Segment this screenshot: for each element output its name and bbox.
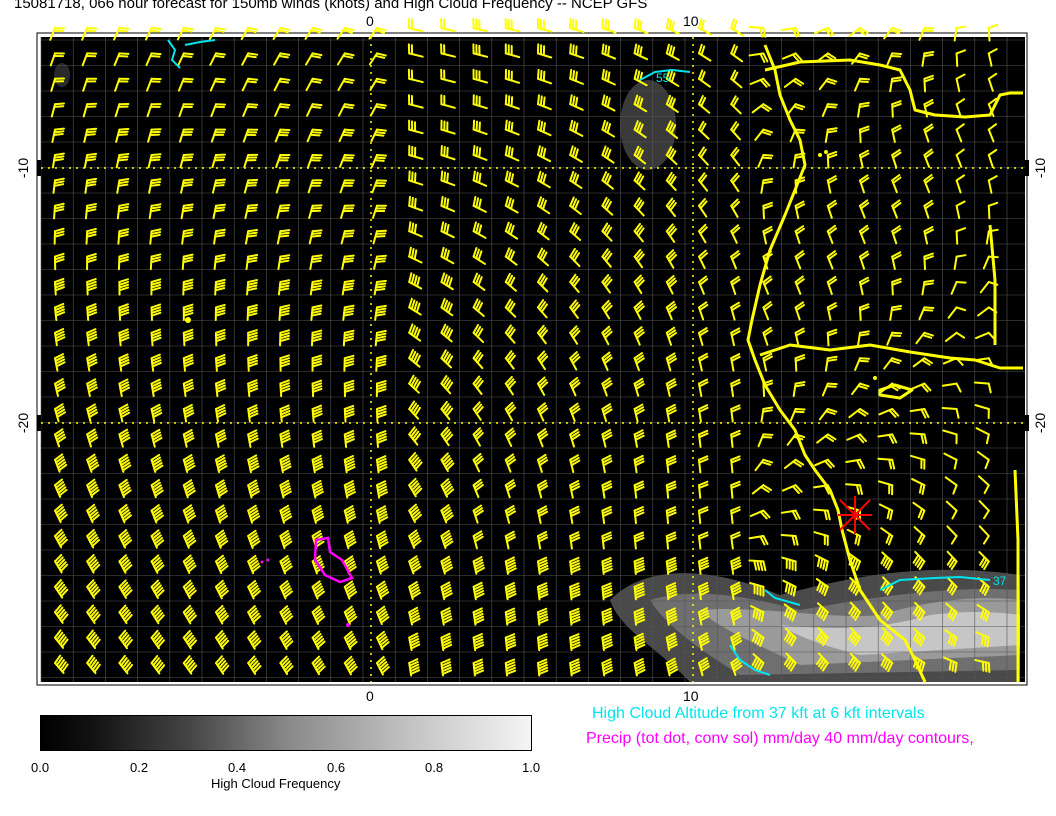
legend-precip: Precip (tot dot, conv sol) mm/day 40 mm/…: [586, 730, 974, 747]
contour-label-55: 55: [656, 71, 670, 85]
wind-barb: [440, 18, 456, 33]
colorbar-tick-3: 0.6: [327, 760, 346, 775]
lat-tick-left-20: -20: [15, 412, 32, 434]
wind-barb: [601, 18, 617, 34]
lon-tick-bottom-10: 10: [683, 688, 699, 704]
colorbar-tick-4: 0.8: [425, 760, 444, 775]
lon-tick-bottom-0: 0: [366, 688, 374, 704]
colorbar-tick-1: 0.2: [130, 760, 149, 775]
lat-tick-left-10: -10: [15, 157, 32, 179]
colorbar-title: High Cloud Frequency: [211, 776, 341, 791]
wind-barb: [504, 18, 521, 33]
lat-tick-right-20: -20: [1032, 412, 1049, 434]
wind-barb: [569, 18, 585, 34]
colorbar-tick-5: 1.0: [522, 760, 541, 775]
wind-barb: [698, 18, 712, 36]
station-marker-star: [838, 496, 872, 534]
lon-tick-top-10: 10: [683, 13, 699, 29]
wind-cloud-map: 55 37: [36, 18, 1029, 686]
wind-barb: [665, 18, 681, 35]
contour-label-37: 37: [993, 574, 1007, 588]
wind-barb: [633, 18, 649, 35]
colorbar-tick-2: 0.4: [228, 760, 247, 775]
lat-tick-right-10: -10: [1032, 157, 1049, 179]
wind-barb: [472, 18, 489, 33]
wind-barb: [537, 18, 553, 33]
wind-barb: [407, 18, 424, 33]
legend-cloud-altitude: High Cloud Altitude from 37 kft at 6 kft…: [592, 705, 925, 722]
colorbar-tick-0: 0.0: [31, 760, 50, 775]
lon-tick-top-0: 0: [366, 13, 374, 29]
high-cloud-colorbar: [40, 715, 532, 751]
